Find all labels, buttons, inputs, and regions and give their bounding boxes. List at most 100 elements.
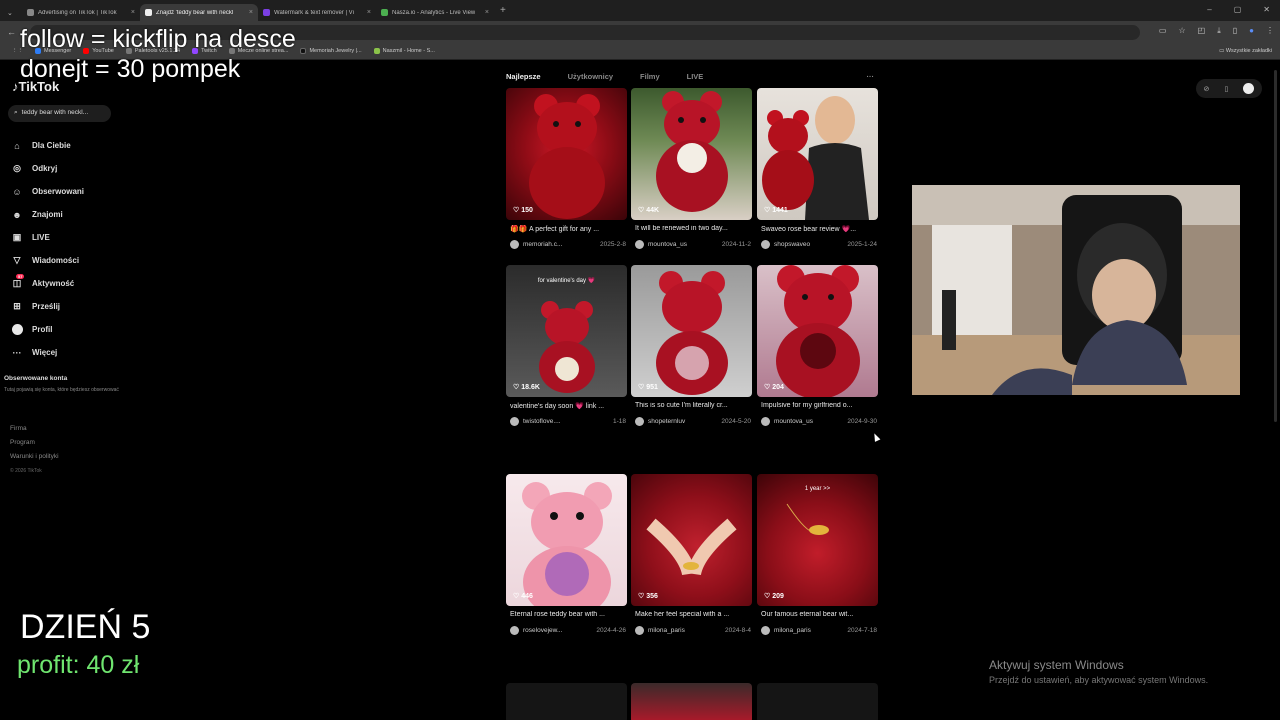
browser-tab[interactable]: Watermark & text remover | Vi × <box>258 4 376 21</box>
video-caption[interactable]: Swaveo rose bear review 💗... <box>761 225 877 233</box>
analytics-favicon-icon <box>381 9 388 16</box>
device-icon[interactable]: ▯ <box>1224 85 1228 93</box>
sidebar-item-znajomi[interactable]: ☻ Znajomi <box>11 203 84 226</box>
video-thumbnail[interactable]: for valentine's day 💗 ♡ 18.6K <box>506 265 627 397</box>
tiktok-favicon-icon <box>145 9 152 16</box>
browser-tab-active[interactable]: Znajdź 'teddy bear with neckl × <box>140 4 258 21</box>
sidebar-item-przeslij[interactable]: ⊞ Prześlij <box>11 295 84 318</box>
more-options-icon[interactable]: ··· <box>867 72 875 81</box>
avatar[interactable] <box>510 240 519 249</box>
minimize-icon[interactable]: – <box>1207 5 1211 14</box>
video-caption[interactable]: It will be renewed in two day... <box>635 225 751 232</box>
video-thumbnail[interactable]: ♡ 1441 <box>757 88 878 220</box>
new-tab-button[interactable]: + <box>500 5 506 16</box>
username[interactable]: roselovejew... <box>523 627 562 634</box>
video-thumbnail[interactable]: ♡ 951 <box>631 265 752 397</box>
close-tab-icon[interactable]: × <box>367 9 371 16</box>
avatar[interactable] <box>761 417 770 426</box>
cast-icon[interactable]: ▭ <box>1159 26 1167 36</box>
footer-link[interactable]: Warunki i polityki <box>10 450 59 464</box>
sidebar-item-wiecej[interactable]: ··· Więcej <box>11 341 84 364</box>
avatar[interactable] <box>761 240 770 249</box>
search-input[interactable]: ⌕ teddy bear with neckl... <box>8 105 111 122</box>
sidebar-item-dla-ciebie[interactable]: ⌂ Dla Ciebie <box>11 134 84 157</box>
video-meta: milona_paris 2024-7-18 <box>761 626 877 635</box>
scrollbar[interactable] <box>1274 70 1277 422</box>
video-caption[interactable]: Eternal rose teddy bear with ... <box>510 611 626 618</box>
video-thumbnail[interactable]: ♡ 44K <box>631 88 752 220</box>
username[interactable]: shopswaveo <box>774 241 810 248</box>
avatar[interactable] <box>635 417 644 426</box>
browser-tab[interactable]: Nasza.io - Analytics - Live View × <box>376 4 494 21</box>
tab-search-button[interactable]: ⌄ <box>0 4 22 21</box>
download-icon[interactable]: ⤓ <box>1217 26 1221 36</box>
post-date: 1-18 <box>612 418 626 425</box>
avatar[interactable] <box>761 626 770 635</box>
avatar[interactable] <box>510 417 519 426</box>
sidebar-item-obserwowani[interactable]: ☺ Obserwowani <box>11 180 84 203</box>
video-caption[interactable]: 🎁🎁 A perfect gift for any ... <box>510 225 626 233</box>
tab-uzytkownicy[interactable]: Użytkownicy <box>568 72 613 81</box>
username[interactable]: milona_paris <box>774 627 811 634</box>
bookmark-item[interactable]: Memoriah Jewelry |... <box>300 48 362 54</box>
avatar[interactable] <box>635 240 644 249</box>
profile-avatar-icon[interactable]: ● <box>1249 26 1254 36</box>
followed-accounts-hint: Tutaj pojawią się konta, które będziesz … <box>4 387 119 393</box>
video-thumbnail[interactable] <box>506 683 627 720</box>
video-thumbnail[interactable]: ♡ 356 <box>631 474 752 606</box>
video-meta: shopswaveo 2025-1-24 <box>761 240 877 249</box>
username[interactable]: memoriah.c... <box>523 241 562 248</box>
windows-activation-subtitle: Przejdź do ustawień, aby aktywować syste… <box>989 675 1209 685</box>
menu-icon[interactable]: ⋮ <box>1266 26 1274 36</box>
sidebar-item-odkryj[interactable]: ◎ Odkryj <box>11 157 84 180</box>
mute-icon[interactable]: ⊘ <box>1204 85 1210 93</box>
video-thumbnail[interactable] <box>757 683 878 720</box>
video-caption[interactable]: Our famous eternal bear wit... <box>761 611 877 618</box>
video-thumbnail[interactable]: ♡ 204 <box>757 265 878 397</box>
username[interactable]: mountova_us <box>774 418 813 425</box>
like-count: ♡ 1441 <box>764 207 788 214</box>
toggle-icon[interactable] <box>1243 83 1255 94</box>
activity-icon: ◫ 57 <box>12 273 25 288</box>
sidebar-item-wiadomosci[interactable]: ▽ Wiadomości <box>11 249 84 272</box>
video-thumbnail[interactable]: 1 year >> ♡ 209 <box>757 474 878 606</box>
video-caption[interactable]: This is so cute I'm literally cr... <box>635 402 751 409</box>
sidebar-item-aktywnosc[interactable]: ◫ 57 Aktywność <box>11 272 84 295</box>
tab-live[interactable]: LIVE <box>687 72 704 81</box>
video-thumbnail[interactable]: ♡ 150 <box>506 88 627 220</box>
video-thumbnail[interactable]: ♡ 446 <box>506 474 627 606</box>
home-icon: ⌂ <box>14 140 20 151</box>
maximize-icon[interactable]: ▢ <box>1234 5 1242 14</box>
tab-filmy[interactable]: Filmy <box>640 72 660 81</box>
browser-tab[interactable]: Advertising on TikTok | TikTok × <box>22 4 140 21</box>
username[interactable]: twistoflove.... <box>523 418 561 425</box>
windows-activation-title: Aktywuj system Windows <box>989 658 1124 672</box>
close-tab-icon[interactable]: × <box>485 9 489 16</box>
bookmark-item[interactable]: Naszmil - Home - S... <box>373 48 435 54</box>
tab-najlepsze[interactable]: Najlepsze <box>506 72 541 81</box>
close-tab-icon[interactable]: × <box>131 9 135 16</box>
video-meta: twistoflove.... 1-18 <box>510 417 626 426</box>
avatar[interactable] <box>510 626 519 635</box>
avatar[interactable] <box>635 626 644 635</box>
jewelry-icon <box>300 48 307 54</box>
sidebar-icon[interactable]: ▯ <box>1233 26 1237 36</box>
bookmark-star-icon[interactable]: ☆ <box>1178 26 1185 36</box>
more-icon: ··· <box>12 347 22 358</box>
username[interactable]: shopeternluv <box>648 418 685 425</box>
back-icon[interactable]: ← <box>7 27 16 37</box>
close-tab-icon[interactable]: × <box>249 9 253 16</box>
sidebar-item-profil[interactable]: Profil <box>11 318 84 341</box>
close-window-icon[interactable]: ✕ <box>1263 5 1270 14</box>
video-caption[interactable]: valentine's day soon 💗 link ... <box>510 402 626 410</box>
sidebar-item-live[interactable]: ▣ LIVE <box>11 226 84 249</box>
video-thumbnail[interactable] <box>631 683 752 720</box>
all-bookmarks-folder[interactable]: ▭ Wszystkie zakładki <box>1219 48 1272 54</box>
extensions-icon[interactable]: ◰ <box>1198 26 1206 36</box>
username[interactable]: mountova_us <box>648 241 687 248</box>
video-caption[interactable]: Make her feel special with a ... <box>635 611 751 618</box>
footer-link[interactable]: Firma <box>10 422 59 436</box>
username[interactable]: milona_paris <box>648 627 685 634</box>
footer-link[interactable]: Program <box>10 436 59 450</box>
video-caption[interactable]: Impulsive for my girlfriend o... <box>761 402 877 409</box>
